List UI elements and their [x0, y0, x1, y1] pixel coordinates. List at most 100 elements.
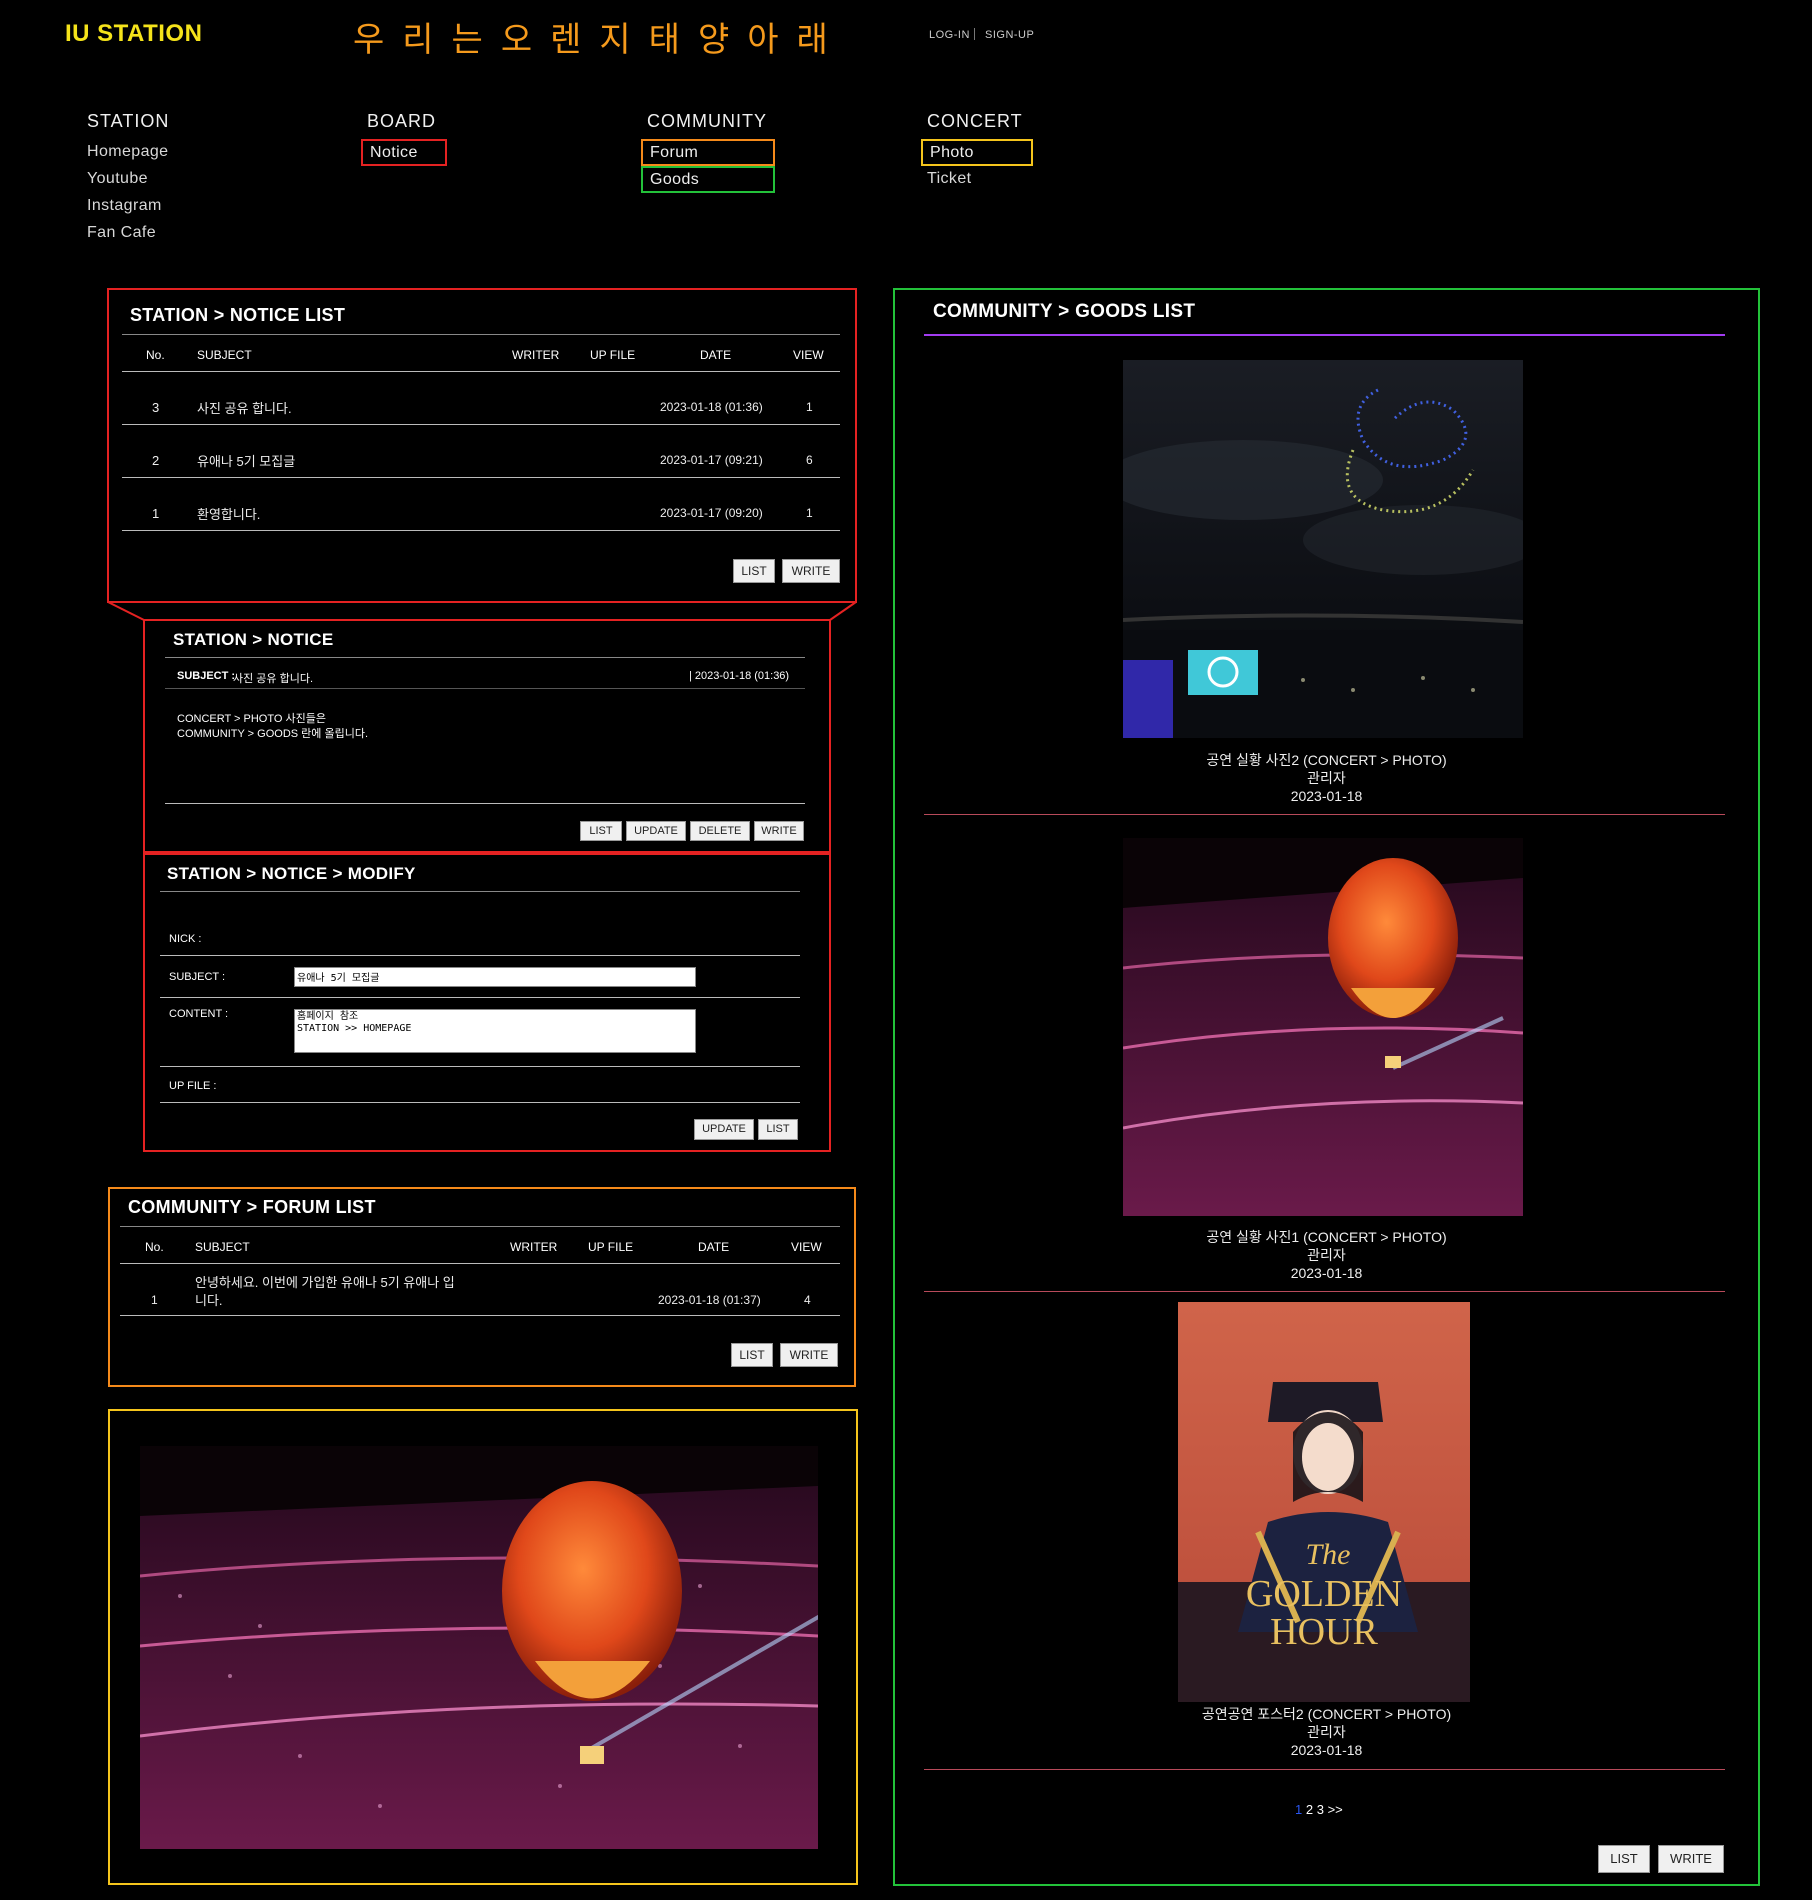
golden-hour-poster-image[interactable]: The GOLDEN HOUR	[1178, 1302, 1470, 1702]
subject-rule	[165, 688, 805, 689]
pagination: 1 2 3 >>	[1295, 1802, 1343, 1817]
row-subject[interactable]: 사진 공유 합니다.	[197, 398, 292, 417]
page-current[interactable]: 1	[1295, 1802, 1302, 1817]
row-date: 2023-01-18 (01:36)	[660, 400, 763, 414]
content-label: CONTENT :	[169, 1008, 229, 1020]
row-rule	[122, 424, 840, 425]
col-subject: SUBJECT	[195, 1240, 250, 1254]
nav-item-forum[interactable]: Forum	[641, 139, 775, 166]
list-button[interactable]: LIST	[1598, 1845, 1650, 1873]
goods-list-panel: COMMUNITY > GOODS LIST 공연 실황 사진2 (CONCER…	[893, 288, 1760, 1886]
col-view: VIEW	[793, 348, 824, 362]
notice-subject: 사진 공유 합니다.	[233, 673, 314, 685]
col-date: DATE	[698, 1240, 730, 1254]
row-subject-line1[interactable]: 안녕하세요. 이번에 가입한 유애나 5기 유애나 입	[195, 1272, 455, 1291]
delete-button[interactable]: DELETE	[690, 821, 750, 841]
title-rule	[165, 657, 805, 658]
nav-board-heading: BOARD	[367, 111, 437, 131]
nav-item-youtube[interactable]: Youtube	[87, 166, 169, 193]
drone-show-image[interactable]	[1123, 360, 1523, 738]
upfile-rule	[160, 1102, 800, 1103]
site-logo[interactable]: IU STATION	[65, 20, 202, 48]
notice-view-title: STATION > NOTICE	[173, 630, 334, 649]
goods-item-date: 2023-01-18	[1290, 788, 1363, 804]
list-button[interactable]: LIST	[580, 821, 622, 841]
notice-body-line2: COMMUNITY > GOODS 란에 올립니다.	[177, 728, 369, 740]
list-button[interactable]: LIST	[731, 1343, 773, 1367]
list-button[interactable]: LIST	[733, 559, 775, 583]
row-subject[interactable]: 유애나 5기 모집글	[197, 451, 295, 470]
item-separator	[924, 1769, 1725, 1770]
nav-board: BOARD Notice	[361, 111, 447, 166]
nav-item-goods[interactable]: Goods	[641, 166, 775, 193]
write-button[interactable]: WRITE	[754, 821, 804, 841]
balloon-stadium-image[interactable]	[1123, 838, 1523, 1216]
nav-item-notice[interactable]: Notice	[361, 139, 447, 166]
row-no: 2	[152, 453, 160, 468]
nav-item-fan-cafe[interactable]: Fan Cafe	[87, 220, 169, 247]
poster-text-the: The	[1306, 1538, 1351, 1571]
nav-item-ticket[interactable]: Ticket	[927, 166, 1033, 193]
auth-divider	[974, 28, 975, 40]
goods-item-title[interactable]: 공연 실황 사진2 (CONCERT > PHOTO)	[895, 751, 1758, 769]
goods-item-writer: 관리자	[1307, 770, 1346, 786]
goods-item-title[interactable]: 공연 실황 사진1 (CONCERT > PHOTO)	[895, 1228, 1758, 1246]
col-upfile: UP FILE	[590, 348, 636, 362]
col-writer: WRITER	[512, 348, 560, 362]
row-view: 6	[806, 453, 813, 467]
subject-rule	[160, 997, 800, 998]
signup-link[interactable]: SIGN-UP	[985, 29, 1034, 41]
goods-item-writer: 관리자	[1307, 1724, 1346, 1740]
nav-concert: CONCERT Photo Ticket	[921, 111, 1033, 193]
title-rule	[120, 1226, 840, 1227]
col-no: No.	[146, 348, 165, 362]
page-3[interactable]: 3	[1317, 1802, 1324, 1817]
update-button[interactable]: UPDATE	[626, 821, 686, 841]
nav-item-instagram[interactable]: Instagram	[87, 193, 169, 220]
login-link[interactable]: LOG-IN	[929, 29, 970, 41]
page-2[interactable]: 2	[1306, 1802, 1313, 1817]
notice-list-panel: STATION > NOTICE LIST No. SUBJECT WRITER…	[108, 289, 856, 602]
nav-station: STATION Homepage Youtube Instagram Fan C…	[87, 111, 169, 247]
row-view: 1	[806, 400, 813, 414]
title-rule	[160, 891, 800, 892]
page-next[interactable]: >>	[1328, 1802, 1343, 1817]
subject-label: SUBJECT :	[169, 971, 226, 983]
row-view: 4	[804, 1293, 811, 1307]
content-textarea[interactable]: 홈페이지 참조 STATION >> HOMEPAGE	[294, 1009, 696, 1053]
notice-view-panel: STATION > NOTICE SUBJECT : 사진 공유 합니다. | …	[144, 620, 830, 852]
item-separator	[924, 814, 1725, 815]
col-date: DATE	[700, 348, 732, 362]
write-button[interactable]: WRITE	[1658, 1845, 1724, 1873]
write-button[interactable]: WRITE	[782, 559, 840, 583]
body-rule	[165, 803, 805, 804]
update-button[interactable]: UPDATE	[694, 1119, 754, 1140]
col-writer: WRITER	[510, 1240, 558, 1254]
list-button[interactable]: LIST	[758, 1119, 798, 1140]
subject-input[interactable]: 유애나 5기 모집글	[294, 967, 696, 987]
title-rule	[924, 334, 1725, 336]
goods-item-title[interactable]: 공연공연 포스터2 (CONCERT > PHOTO)	[895, 1705, 1758, 1723]
row-rule	[122, 477, 840, 478]
nav-community-heading: COMMUNITY	[647, 111, 767, 131]
nav-item-homepage[interactable]: Homepage	[87, 139, 169, 166]
nav-item-photo[interactable]: Photo	[921, 139, 1033, 166]
row-subject[interactable]: 환영합니다.	[197, 504, 260, 523]
goods-item-date: 2023-01-18	[1290, 1742, 1363, 1758]
row-rule	[120, 1315, 840, 1316]
header-rule	[120, 1263, 840, 1264]
notice-list-title: STATION > NOTICE LIST	[130, 305, 346, 325]
subject-label: SUBJECT :	[177, 670, 236, 682]
forum-list-title: COMMUNITY > FORUM LIST	[128, 1197, 376, 1217]
poster-text-golden: GOLDEN	[1246, 1573, 1402, 1615]
row-date: 2023-01-18 (01:37)	[658, 1293, 761, 1307]
notice-modify-panel: STATION > NOTICE > MODIFY NICK : SUBJECT…	[144, 854, 830, 1151]
goods-list-title: COMMUNITY > GOODS LIST	[933, 301, 1196, 322]
row-subject-line2[interactable]: 니다.	[195, 1290, 223, 1309]
write-button[interactable]: WRITE	[780, 1343, 838, 1367]
row-rule	[122, 530, 840, 531]
site-slogan: 우리는오렌지태양아래	[353, 21, 846, 59]
nav-station-heading: STATION	[87, 111, 170, 131]
col-view: VIEW	[791, 1240, 822, 1254]
nick-rule	[160, 955, 800, 956]
